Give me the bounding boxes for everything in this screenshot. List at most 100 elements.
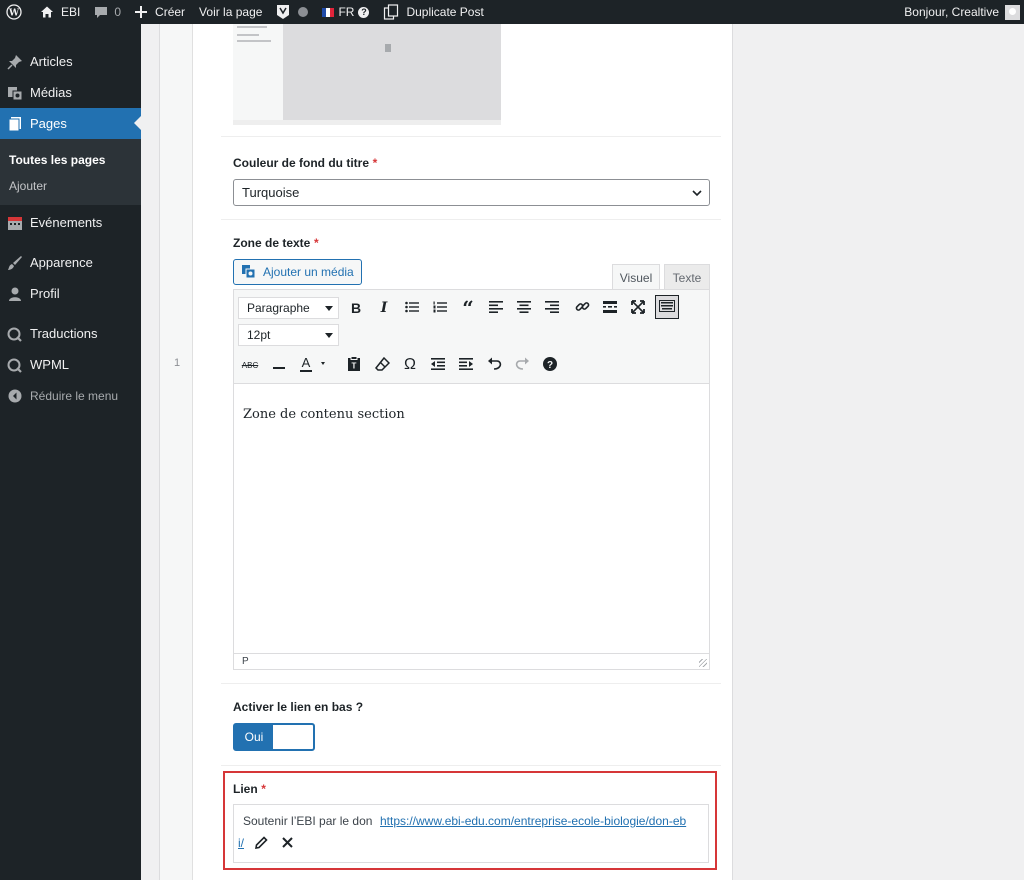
text-color-icon: A — [299, 355, 329, 376]
link-value-box: Soutenir l’EBI par le don https://www.eb… — [233, 804, 709, 863]
redo-button[interactable] — [510, 353, 534, 377]
blockquote-button[interactable]: “ — [456, 296, 480, 320]
media-icon — [6, 84, 24, 102]
title-bg-color-select[interactable]: Turquoise — [233, 179, 710, 206]
pages-submenu: Toutes les pages Ajouter — [0, 139, 141, 205]
bold-button[interactable]: B — [344, 296, 368, 320]
element-path[interactable]: P — [242, 656, 249, 667]
undo-icon — [487, 357, 502, 373]
comments-menu[interactable]: 0 — [87, 0, 128, 24]
view-page-link[interactable]: Voir la page — [192, 0, 269, 24]
flag-fr-icon — [322, 7, 335, 17]
redo-icon — [515, 357, 530, 373]
submenu-add-page[interactable]: Ajouter — [0, 173, 141, 199]
toggle-on-label: Oui — [235, 725, 273, 749]
sidebar-item-medias[interactable]: Médias — [0, 77, 141, 108]
sidebar-item-label: WPML — [30, 357, 69, 372]
text-color-button[interactable]: A — [294, 353, 334, 377]
sidebar-item-articles[interactable]: Articles — [0, 46, 141, 77]
link-url[interactable]: https://www.ebi-edu.com/entreprise-ecole… — [380, 814, 704, 828]
strikethrough-icon: ABC — [241, 360, 259, 370]
editor-content-text: Zone de contenu section — [243, 407, 405, 422]
site-name-menu[interactable]: EBI — [33, 0, 87, 24]
create-menu[interactable]: Créer — [128, 0, 192, 24]
align-right-button[interactable] — [540, 296, 564, 320]
indent-button[interactable] — [454, 353, 478, 377]
font-size-select[interactable]: 12pt — [238, 324, 339, 346]
sidebar-item-evenements[interactable]: Evénements — [0, 207, 141, 238]
link-icon — [575, 299, 590, 317]
resize-handle-icon[interactable] — [699, 659, 707, 667]
tab-text[interactable]: Texte — [664, 264, 710, 290]
collapse-menu-button[interactable]: Réduire le menu — [0, 380, 141, 411]
sidebar-item-apparence[interactable]: Apparence — [0, 247, 141, 278]
align-center-button[interactable] — [512, 296, 536, 320]
flexible-content-row: 1 Couleur de fond du titre * Turquoise Z… — [159, 24, 733, 880]
translate-icon — [6, 325, 24, 343]
yoast-menu[interactable] — [269, 0, 315, 24]
link-field-label: Lien * — [233, 781, 266, 796]
sidebar-item-traductions[interactable]: Traductions — [0, 318, 141, 349]
format-select-value: Paragraphe — [247, 301, 310, 315]
align-left-button[interactable] — [484, 296, 508, 320]
bottom-link-toggle[interactable]: Oui — [233, 723, 315, 751]
pin-icon — [6, 53, 24, 71]
wysiwyg-editor: Paragraphe B I “ 12pt ABC A T Ω ? Zone d… — [233, 289, 710, 670]
image-preview-line — [237, 40, 271, 42]
sidebar-item-wpml[interactable]: WPML — [0, 349, 141, 380]
row-handle[interactable]: 1 — [160, 24, 193, 880]
bullet-list-icon — [405, 300, 419, 316]
text-zone-label: Zone de texte * — [233, 235, 733, 250]
submenu-all-pages[interactable]: Toutes les pages — [0, 147, 141, 173]
brush-icon — [6, 254, 24, 272]
fullscreen-button[interactable] — [626, 296, 650, 320]
admin-sidebar: Articles Médias Pages Toutes les pages A… — [0, 24, 141, 880]
editor-content-area[interactable]: Zone de contenu section — [234, 385, 709, 654]
undo-button[interactable] — [482, 353, 506, 377]
toolbar-toggle-button[interactable] — [655, 295, 679, 319]
horizontal-line-icon — [273, 357, 285, 373]
help-icon: ? — [358, 6, 370, 18]
outdent-button[interactable] — [426, 353, 450, 377]
format-select[interactable]: Paragraphe — [238, 297, 339, 319]
special-character-button[interactable]: Ω — [398, 353, 422, 377]
link-url-continued[interactable]: i/ — [238, 836, 244, 850]
read-more-button[interactable] — [598, 296, 622, 320]
wordpress-logo-menu[interactable]: W — [0, 0, 29, 24]
sidebar-item-pages[interactable]: Pages — [0, 108, 141, 139]
language-switcher[interactable]: FR ? — [315, 0, 376, 24]
strikethrough-button[interactable]: ABC — [238, 353, 262, 377]
image-preview-sidebar — [233, 24, 283, 125]
chevron-down-icon — [691, 187, 703, 202]
link-field: Lien * Soutenir l’EBI par le don https:/… — [223, 771, 717, 870]
sidebar-item-label: Médias — [30, 85, 72, 100]
greeting: Bonjour, Crealtive — [904, 5, 999, 19]
sidebar-item-profil[interactable]: Profil — [0, 278, 141, 309]
tab-visual[interactable]: Visuel — [612, 264, 660, 290]
calendar-icon — [6, 214, 24, 232]
image-preview-footer — [233, 120, 501, 125]
account-menu[interactable]: Bonjour, Crealtive — [897, 0, 1024, 24]
link-title: Soutenir l’EBI par le don — [243, 814, 373, 828]
font-size-value: 12pt — [247, 328, 271, 342]
bullet-list-button[interactable] — [400, 296, 424, 320]
paste-text-button[interactable]: T — [342, 353, 366, 377]
duplicate-post-link[interactable]: Duplicate Post — [376, 0, 490, 24]
keyboard-icon — [659, 299, 675, 315]
remove-link-button[interactable] — [280, 837, 294, 851]
italic-button[interactable]: I — [372, 296, 396, 320]
edit-link-button[interactable] — [254, 836, 268, 851]
comment-icon — [94, 5, 108, 19]
sidebar-item-label: Apparence — [30, 255, 93, 270]
field-divider — [221, 136, 721, 137]
numbered-list-button[interactable] — [428, 296, 452, 320]
editor-toolbar: Paragraphe B I “ 12pt ABC A T Ω ? — [234, 290, 709, 384]
field-label: Zone de texte — [233, 236, 311, 250]
clear-formatting-button[interactable] — [370, 353, 394, 377]
add-media-button[interactable]: Ajouter un média — [233, 259, 362, 285]
keyboard-shortcuts-button[interactable]: ? — [538, 353, 562, 377]
insert-link-button[interactable] — [570, 296, 594, 320]
image-preview[interactable] — [233, 24, 501, 125]
field-divider — [221, 683, 721, 684]
horizontal-line-button[interactable] — [267, 353, 291, 377]
